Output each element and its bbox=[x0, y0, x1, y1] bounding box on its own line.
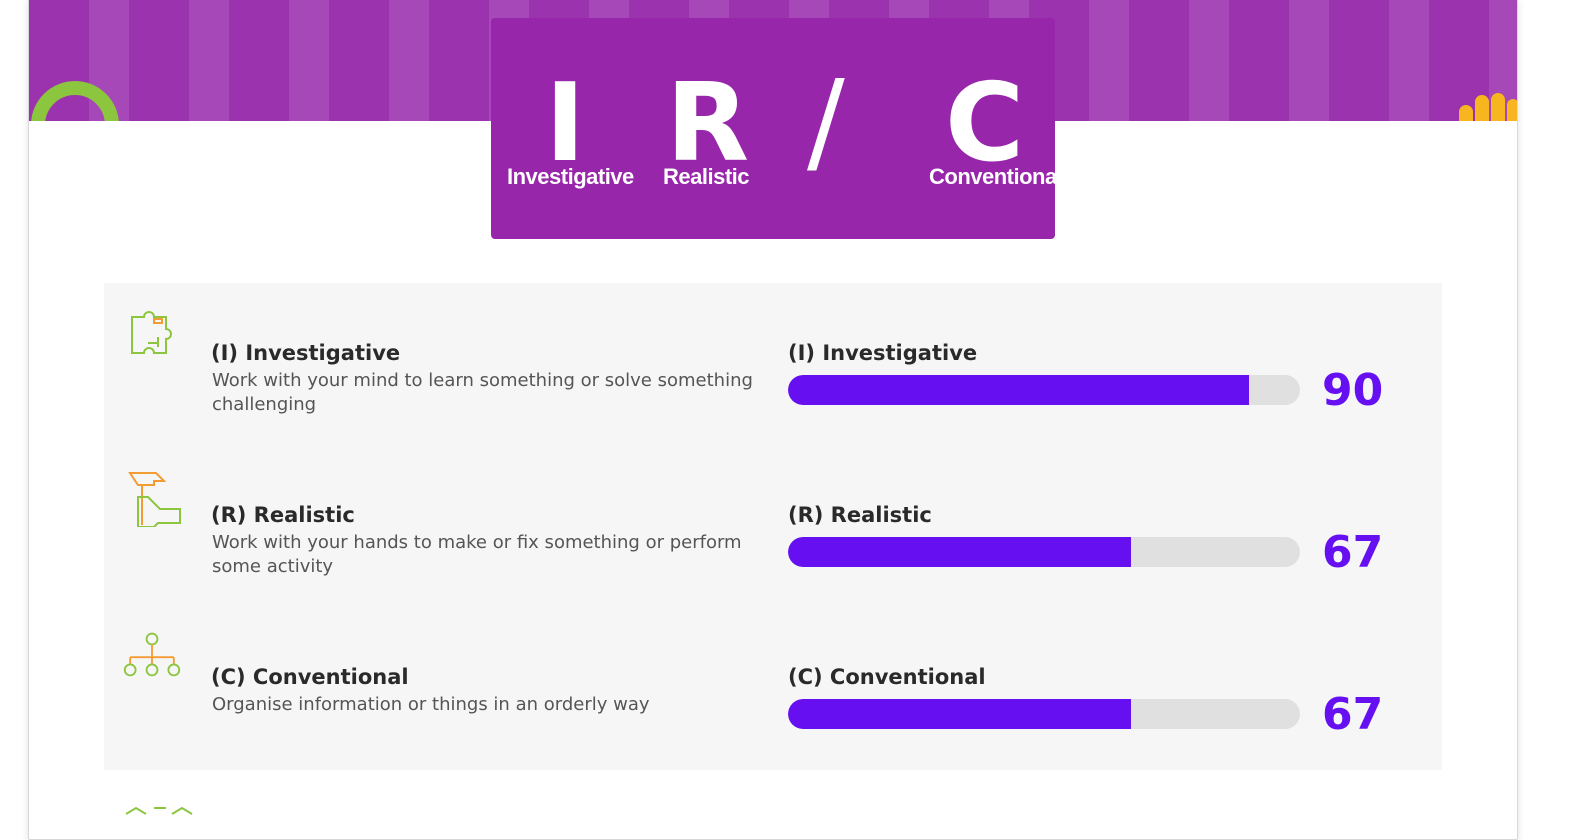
code-label-realistic: Realistic bbox=[663, 164, 750, 189]
code-label-conventional: Conventional bbox=[929, 164, 1055, 189]
next-section-icon bbox=[125, 806, 193, 815]
code-letter-r: R bbox=[666, 61, 750, 186]
score-bar-track bbox=[788, 375, 1300, 405]
holland-code-box: I R / C Investigative Realistic Conventi… bbox=[491, 18, 1055, 239]
interest-description: Work with your mind to learn something o… bbox=[212, 370, 753, 415]
score-value: 67 bbox=[1322, 689, 1384, 740]
interest-title: (I) Investigative bbox=[211, 341, 401, 365]
interest-row-investigative: (I) Investigative Work with your mind to… bbox=[104, 305, 1442, 445]
interest-title: (C) Conventional bbox=[211, 665, 409, 689]
hammer-hand-icon bbox=[128, 472, 181, 527]
results-card: I R / C Investigative Realistic Conventi… bbox=[28, 0, 1518, 840]
interest-description: Work with your hands to make or fix some… bbox=[212, 532, 742, 577]
interest-results-panel: (I) Investigative Work with your mind to… bbox=[104, 283, 1442, 770]
score-bar-track bbox=[788, 537, 1300, 567]
decorative-hand-icon bbox=[1459, 93, 1517, 121]
org-chart-icon bbox=[123, 632, 181, 677]
decorative-ring-icon bbox=[31, 81, 119, 121]
score-value: 90 bbox=[1322, 365, 1384, 416]
puzzle-icon bbox=[131, 311, 172, 354]
bar-label: (R) Realistic bbox=[788, 503, 932, 527]
interest-description: Organise information or things in an ord… bbox=[212, 694, 650, 715]
score-bar-fill bbox=[788, 699, 1132, 729]
score-bar-fill bbox=[788, 537, 1132, 567]
code-label-investigative: Investigative bbox=[507, 164, 634, 189]
interest-title: (R) Realistic bbox=[211, 503, 355, 527]
bar-label: (C) Conventional bbox=[788, 665, 986, 689]
interest-row-realistic: (R) Realistic Work with your hands to ma… bbox=[104, 467, 1442, 607]
code-separator: / bbox=[807, 57, 845, 187]
score-value: 67 bbox=[1322, 527, 1384, 578]
score-bar-fill bbox=[788, 375, 1249, 405]
bar-label: (I) Investigative bbox=[788, 341, 978, 365]
score-bar-track bbox=[788, 699, 1300, 729]
interest-row-conventional: (C) Conventional Organise information or… bbox=[104, 629, 1442, 769]
code-letter-i: I bbox=[545, 61, 586, 186]
code-letter-c: C bbox=[945, 61, 1025, 186]
